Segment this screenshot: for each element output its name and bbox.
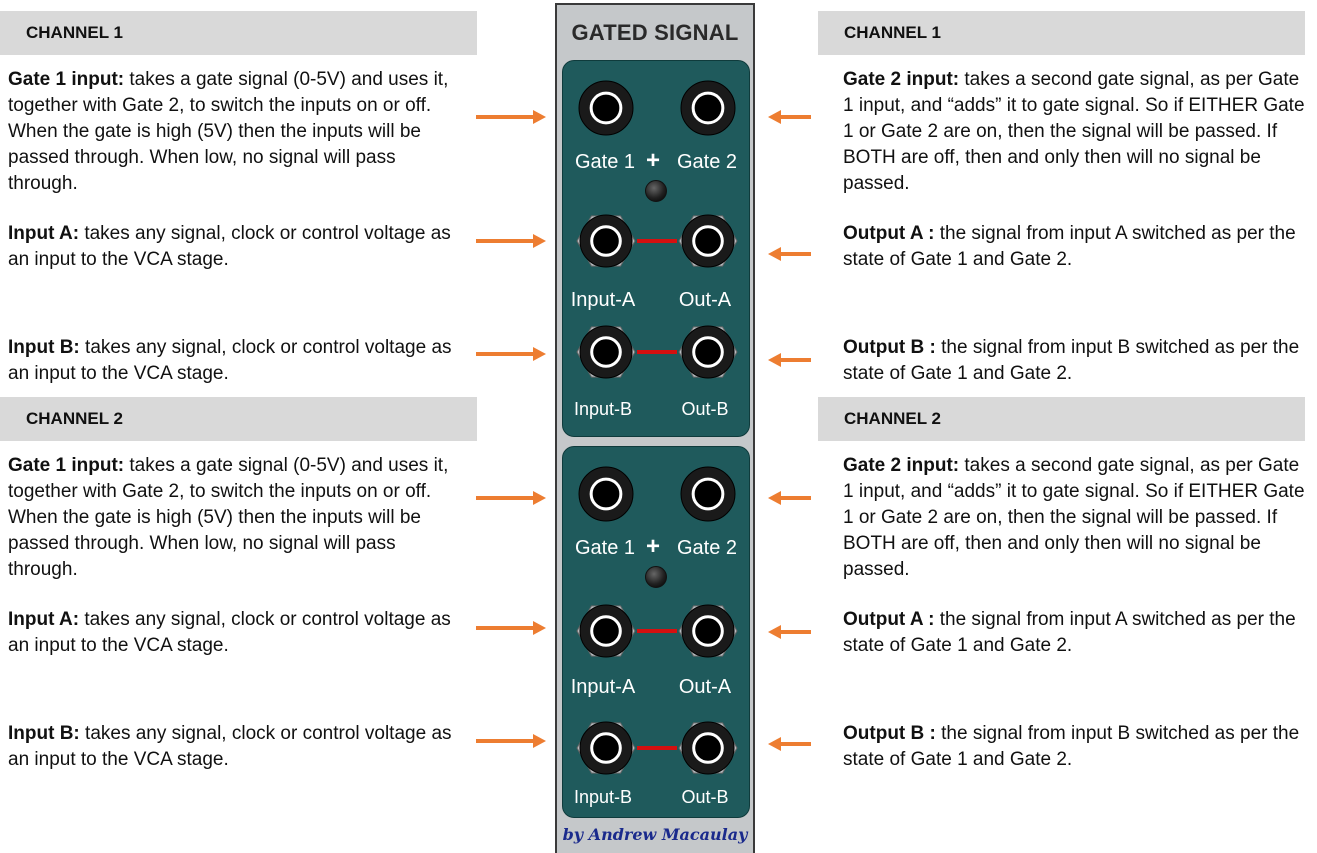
right-channel2-heading: CHANNEL 2 [818,397,1305,441]
ch2-gate-led [645,566,667,588]
ch1-gate2-label: Gate 2 [676,151,738,173]
ch2-out-a-label: Out-A [678,676,732,698]
ch2-gate2-jack[interactable] [677,463,739,525]
ch1-plus-sign: + [646,147,661,174]
ch1-input-b-jack[interactable] [576,322,636,382]
gated-signal-module: GATED SIGNAL Gate 1 + Gate 2 Input-A Out… [555,3,755,853]
ch1-link-b [637,350,677,354]
left-ch2-gate1-desc: Gate 1 input: takes a gate signal (0-5V)… [8,455,449,580]
right-channel1-heading: CHANNEL 1 [818,11,1305,55]
ch1-out-a-jack[interactable] [678,211,738,271]
right-ch1-output-a-desc: Output A : the signal from input A switc… [843,223,1296,270]
ch2-out-b-jack[interactable] [678,718,738,778]
ch1-gate1-label: Gate 1 [574,151,636,173]
ch1-out-b-jack[interactable] [678,322,738,382]
right-ch1-gate2-desc: Gate 2 input: takes a second gate signal… [843,69,1305,194]
ch1-gate1-jack[interactable] [575,77,637,139]
arrow-right-4 [768,491,811,505]
arrow-left-6 [476,734,546,748]
arrow-left-1 [476,110,546,124]
arrow-right-5 [768,625,811,639]
right-ch1-output-b-desc: Output B : the signal from input B switc… [843,337,1300,384]
ch2-out-a-jack[interactable] [678,601,738,661]
arrow-left-5 [476,621,546,635]
ch2-link-b [637,746,677,750]
module-title: GATED SIGNAL [571,20,739,45]
ch1-out-a-label: Out-A [678,289,732,311]
ch2-link-a [637,629,677,633]
ch2-gate1-label: Gate 1 [574,537,636,559]
left-ch1-gate1-desc: Gate 1 input: takes a gate signal (0-5V)… [8,69,449,194]
ch2-input-a-jack[interactable] [576,601,636,661]
left-channel1-heading: CHANNEL 1 [0,11,477,55]
ch1-gate-led [645,180,667,202]
ch2-out-b-label: Out-B [681,787,729,807]
arrow-right-6 [768,737,811,751]
ch1-input-b-label: Input-B [573,399,633,419]
ch2-gate1-jack[interactable] [575,463,637,525]
ch2-input-a-label: Input-A [570,676,636,698]
ch1-gate2-jack[interactable] [677,77,739,139]
ch1-input-a-label: Input-A [570,289,636,311]
ch2-input-b-jack[interactable] [576,718,636,778]
arrow-right-2 [768,247,811,261]
right-ch2-gate2-desc: Gate 2 input: takes a second gate signal… [843,455,1305,580]
left-ch2-input-a-desc: Input A: takes any signal, clock or cont… [8,609,451,656]
right-ch2-output-a-desc: Output A : the signal from input A switc… [843,609,1296,656]
ch1-input-a-jack[interactable] [576,211,636,271]
arrow-left-2 [476,234,546,248]
right-ch2-output-b-desc: Output B : the signal from input B switc… [843,723,1300,770]
ch2-gate2-label: Gate 2 [676,537,738,559]
arrow-right-3 [768,353,811,367]
left-channel2-heading: CHANNEL 2 [0,397,477,441]
module-credit: by Andrew Macaulay [562,825,748,844]
arrow-left-3 [476,347,546,361]
left-ch1-input-a-desc: Input A: takes any signal, clock or cont… [8,223,451,270]
left-ch1-input-b-desc: Input B: takes any signal, clock or cont… [8,337,452,384]
ch1-out-b-label: Out-B [681,399,729,419]
left-ch2-input-b-desc: Input B: takes any signal, clock or cont… [8,723,452,770]
ch2-plus-sign: + [646,533,661,560]
ch1-link-a [637,239,677,243]
ch2-input-b-label: Input-B [573,787,633,807]
arrow-right-1 [768,110,811,124]
arrow-left-4 [476,491,546,505]
